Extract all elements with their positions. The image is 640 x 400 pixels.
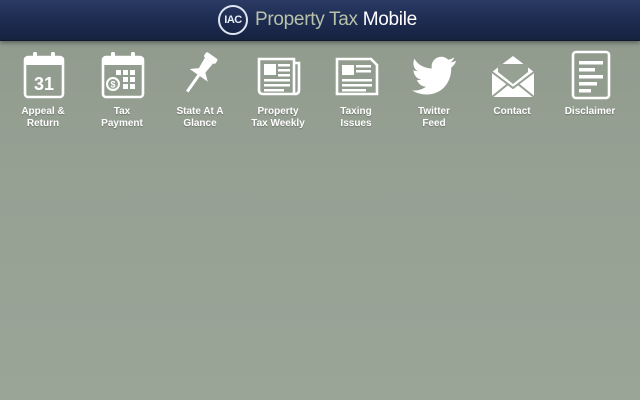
menu-label: Appeal & Return: [21, 106, 65, 129]
menu-twitter-feed[interactable]: Twitter Feed: [398, 48, 470, 138]
twitter-bird-icon: [412, 50, 458, 100]
envelope-icon: [490, 50, 536, 100]
calendar-payment-icon: $: [100, 50, 146, 100]
menu-label: Disclaimer: [564, 106, 616, 117]
app-header: IAC Property Tax Mobile: [0, 0, 640, 41]
menu-disclaimer[interactable]: Disclaimer: [554, 48, 626, 138]
menu-state-at-a-glance[interactable]: State At A Glance: [164, 48, 236, 138]
menu-taxing-issues[interactable]: Taxing Issues: [320, 48, 392, 138]
menu-label: Taxing Issues: [340, 106, 372, 129]
menu-label: Contact: [493, 106, 531, 117]
menu-property-tax-weekly[interactable]: Property Tax Weekly: [242, 48, 314, 138]
newspaper-single-icon: [334, 50, 380, 100]
logo-text: IAC: [224, 14, 242, 26]
svg-text:31: 31: [34, 74, 54, 94]
calendar-31-icon: 31: [21, 50, 67, 100]
menu-label: State At A Glance: [176, 106, 224, 129]
svg-text:$: $: [110, 80, 115, 90]
document-icon: [568, 50, 614, 100]
menu-label: Property Tax Weekly: [251, 106, 305, 129]
menu-label: Tax Payment: [101, 106, 143, 129]
menu-tax-payment[interactable]: $ Tax Payment: [86, 48, 158, 138]
iac-logo: IAC: [218, 5, 248, 35]
menu-appeal-return[interactable]: 31 Appeal & Return: [7, 48, 79, 138]
app-title-part1: Property Tax: [255, 9, 358, 30]
menu-label: Twitter Feed: [417, 106, 451, 129]
newspaper-icon: [256, 50, 302, 100]
pushpin-icon: [178, 50, 224, 100]
app-brand: IAC Property Tax Mobile: [218, 4, 417, 36]
main-menu: 31 Appeal & Return $ Tax Payment State A…: [0, 48, 640, 138]
app-title-part2: Mobile: [362, 9, 417, 30]
menu-contact[interactable]: Contact: [476, 48, 548, 138]
